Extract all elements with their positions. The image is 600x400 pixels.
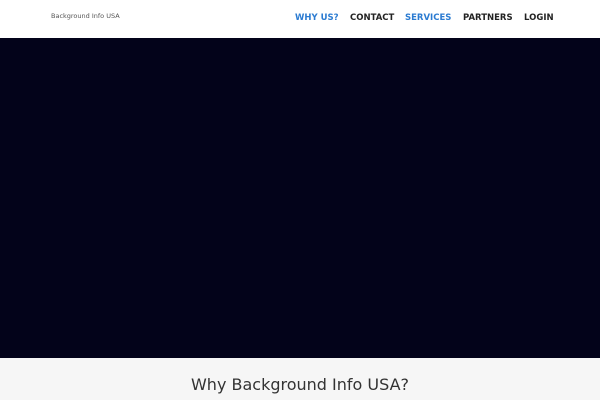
nav-item-why-us[interactable]: WHY US?	[295, 13, 339, 23]
nav-item-partners[interactable]: PARTNERS	[463, 13, 513, 23]
nav-item-services[interactable]: SERVICES	[405, 13, 451, 23]
hero-banner	[0, 38, 600, 358]
nav-item-login[interactable]: LOGIN	[524, 13, 554, 23]
nav-item-contact[interactable]: CONTACT	[350, 13, 394, 23]
site-header: Background Info USA WHY US? CONTACT SERV…	[0, 0, 600, 38]
why-us-section: Why Background Info USA?	[0, 358, 600, 400]
site-logo[interactable]: Background Info USA	[51, 12, 120, 20]
section-title: Why Background Info USA?	[190, 375, 410, 394]
